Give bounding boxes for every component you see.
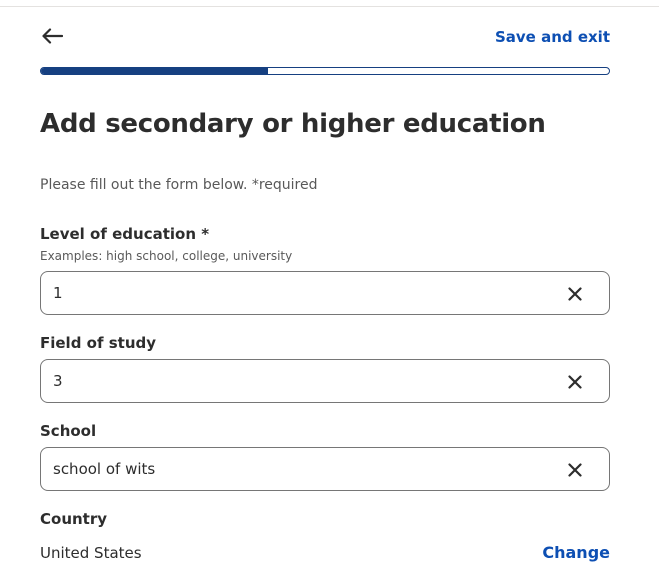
save-and-exit-link[interactable]: Save and exit <box>495 28 610 46</box>
clear-field-of-study-button[interactable] <box>565 372 585 392</box>
school-input[interactable]: school of wits <box>40 447 610 491</box>
top-divider <box>0 6 659 7</box>
progress-bar <box>40 67 610 75</box>
close-icon <box>568 375 582 389</box>
progress-bar-fill <box>41 68 269 74</box>
header: Save and exit <box>40 24 610 52</box>
country-label: Country <box>40 510 108 528</box>
education-level-value: 1 <box>53 284 63 302</box>
school-label: School <box>40 422 97 440</box>
close-icon <box>568 463 582 477</box>
arrow-left-icon <box>42 28 63 44</box>
clear-school-button[interactable] <box>565 460 585 480</box>
country-value: United States <box>40 544 142 562</box>
education-level-label: Level of education * <box>40 225 210 243</box>
education-level-input[interactable]: 1 <box>40 271 610 315</box>
field-of-study-value: 3 <box>53 372 63 390</box>
change-country-link[interactable]: Change <box>542 543 610 562</box>
education-level-hint: Examples: high school, college, universi… <box>40 249 293 263</box>
page-title: Add secondary or higher education <box>40 109 546 139</box>
form-instructions: Please fill out the form below. *require… <box>40 177 318 193</box>
school-value: school of wits <box>53 460 156 478</box>
field-of-study-input[interactable]: 3 <box>40 359 610 403</box>
clear-education-level-button[interactable] <box>565 284 585 304</box>
back-button[interactable] <box>40 24 64 48</box>
field-of-study-label: Field of study <box>40 334 157 352</box>
close-icon <box>568 287 582 301</box>
